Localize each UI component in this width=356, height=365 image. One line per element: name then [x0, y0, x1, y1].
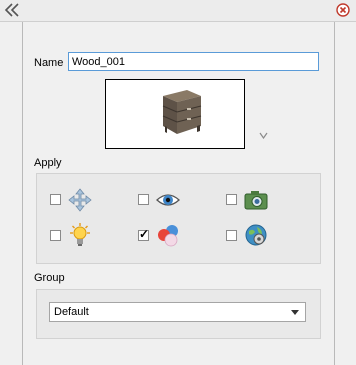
globe-settings-icon — [245, 224, 267, 246]
group-label: Group — [34, 272, 65, 284]
apply-visibility-checkbox[interactable] — [138, 194, 149, 205]
apply-move-checkbox[interactable] — [50, 194, 61, 205]
collapse-double-chevron-icon[interactable] — [3, 2, 21, 18]
apply-light-checkbox[interactable] — [50, 230, 61, 241]
apply-camera-checkbox[interactable] — [226, 194, 237, 205]
camera-icon — [244, 191, 268, 210]
name-input[interactable] — [68, 52, 319, 71]
eye-icon — [156, 194, 180, 206]
color-spheres-icon — [158, 225, 178, 247]
name-label: Name — [34, 57, 64, 69]
apply-label: Apply — [34, 157, 62, 169]
title-bar — [0, 0, 356, 22]
material-preview — [105, 79, 245, 149]
group-selected-value: Default — [54, 306, 89, 318]
move-arrows-icon — [68, 188, 92, 212]
dresser-thumbnail — [162, 90, 202, 134]
apply-material-checkbox[interactable]: ✓ — [138, 227, 150, 241]
group-select[interactable]: Default — [49, 302, 306, 322]
preview-dropdown-arrow-icon[interactable] — [259, 132, 268, 139]
checkmark: ✓ — [139, 227, 150, 241]
apply-environment-checkbox[interactable] — [226, 230, 237, 241]
light-bulb-icon — [70, 223, 90, 246]
chevron-down-icon — [291, 310, 299, 315]
close-icon[interactable] — [336, 3, 350, 17]
